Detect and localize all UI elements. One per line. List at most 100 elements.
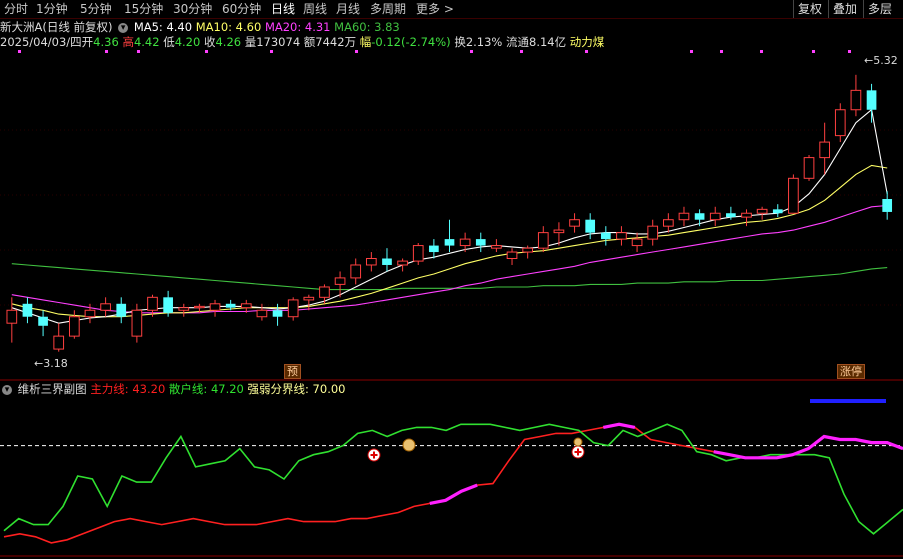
signal-dot — [690, 50, 693, 53]
amount-label: 额 — [303, 35, 316, 49]
chart-canvas[interactable] — [0, 0, 903, 559]
candle-body — [256, 309, 268, 318]
ma60-line — [11, 263, 888, 291]
candle-body — [225, 303, 236, 308]
strong-segment — [602, 422, 636, 429]
candle-body — [585, 219, 596, 233]
amount-value: 7442万 — [315, 35, 357, 49]
signal-dot — [585, 50, 588, 53]
candle-body — [334, 277, 346, 285]
quote-info-line: 2025/04/03/四开4.36 高4.42 低4.20 收4.26 量173… — [0, 35, 604, 50]
candle-body — [38, 316, 48, 326]
candle-body — [444, 239, 455, 246]
signal-dot — [760, 50, 763, 53]
low-value: 4.20 — [174, 35, 201, 49]
candle-body — [147, 296, 158, 311]
signal-dot — [470, 50, 473, 53]
high-price-value: 5.32 — [873, 54, 898, 67]
sector-label: 动力煤 — [569, 35, 605, 49]
candle-body — [678, 212, 690, 221]
candle-body — [412, 245, 424, 262]
candle-body — [803, 157, 815, 179]
candle-body — [6, 309, 18, 324]
candle-body — [694, 213, 705, 220]
ma60-label: MA60: 3.83 — [334, 20, 400, 34]
candle-body — [68, 316, 80, 337]
high-label: 高 — [122, 35, 134, 49]
open-value: 4.36 — [93, 35, 119, 49]
candle-body — [616, 232, 627, 240]
low-label: 低 — [163, 35, 175, 49]
candle-body — [569, 219, 580, 227]
candle-body — [491, 245, 502, 249]
low-price-label: ←3.18 — [34, 357, 68, 370]
candle-body — [397, 260, 408, 266]
close-value: 4.26 — [215, 35, 242, 49]
low-price-value: 3.18 — [43, 357, 68, 370]
stock-title: 新大洲A(日线 前复权) — [0, 20, 113, 34]
candle-body — [475, 239, 486, 246]
signal-dot — [137, 50, 140, 53]
settings-circle-icon[interactable]: ▾ — [118, 22, 129, 33]
ma5-line — [11, 108, 888, 324]
indicator-title: 维析三界副图 — [17, 382, 87, 396]
main-line-label: 主力线: 43.20 — [90, 382, 166, 396]
candle-body — [741, 212, 752, 218]
change-value: -0.12(-2.74%) — [371, 35, 451, 49]
vol-label: 量 — [244, 35, 257, 49]
candle-body — [709, 212, 721, 221]
candle-body — [194, 305, 205, 309]
candle-body — [429, 245, 439, 253]
ma5-label: MA5: 4.40 — [133, 20, 193, 34]
indicator-settings-icon[interactable]: ▾ — [2, 384, 12, 395]
strong-segment — [429, 483, 478, 505]
candle-body — [163, 297, 173, 313]
candle-body — [647, 225, 659, 240]
candle-body — [303, 296, 315, 301]
turnover-label: 换 — [454, 35, 466, 49]
candle-body — [365, 258, 377, 266]
candle-body — [240, 303, 252, 309]
candle-body — [100, 303, 111, 311]
boundary-line-label: 强弱分界线: 70.00 — [247, 382, 346, 396]
candle-body — [319, 286, 330, 298]
retail-line-label: 散户线: 47.20 — [168, 382, 244, 396]
candle-body — [756, 208, 768, 214]
signal-dot — [520, 50, 523, 53]
candle-body — [350, 264, 362, 279]
candle-body — [382, 258, 392, 265]
vol-value: 173074 — [256, 35, 301, 49]
candle-body — [116, 303, 127, 317]
turnover-value: 2.13% — [465, 35, 503, 49]
candle-body — [553, 229, 565, 234]
candle-body — [178, 307, 190, 311]
candle-body — [287, 299, 299, 318]
open-label: 开 — [81, 35, 94, 49]
candle-body — [662, 219, 674, 227]
float-value: 8.14亿 — [529, 35, 567, 49]
high-price-label: ←5.32 — [864, 54, 898, 67]
blue-signal-bar — [810, 399, 886, 403]
high-value: 4.42 — [133, 35, 160, 49]
candle-body — [834, 109, 846, 137]
signal-dot — [848, 50, 851, 53]
candle-body — [631, 238, 643, 247]
pre-tag[interactable]: 预 — [284, 364, 301, 379]
signal-dot — [355, 50, 358, 53]
indicator-info-line: ▾ 维析三界副图 主力线: 43.20 散户线: 47.20 强弱分界线: 70… — [0, 381, 345, 397]
candle-body — [866, 90, 877, 110]
main-force-line — [3, 423, 903, 544]
quote-date: 2025/04/03/四 — [0, 35, 82, 49]
limit-up-tag[interactable]: 涨停 — [837, 364, 865, 379]
candle-body — [209, 303, 221, 311]
signal-dot — [812, 50, 815, 53]
candle-body — [459, 238, 471, 247]
candle-body — [272, 310, 283, 317]
change-label: 幅 — [359, 35, 372, 49]
ma20-label: MA20: 4.31 — [264, 20, 331, 34]
signal-dot — [205, 50, 208, 53]
candle-body — [506, 251, 518, 260]
retail-line — [3, 423, 903, 535]
candle-body — [53, 335, 65, 350]
money-bag-icon — [573, 437, 583, 447]
